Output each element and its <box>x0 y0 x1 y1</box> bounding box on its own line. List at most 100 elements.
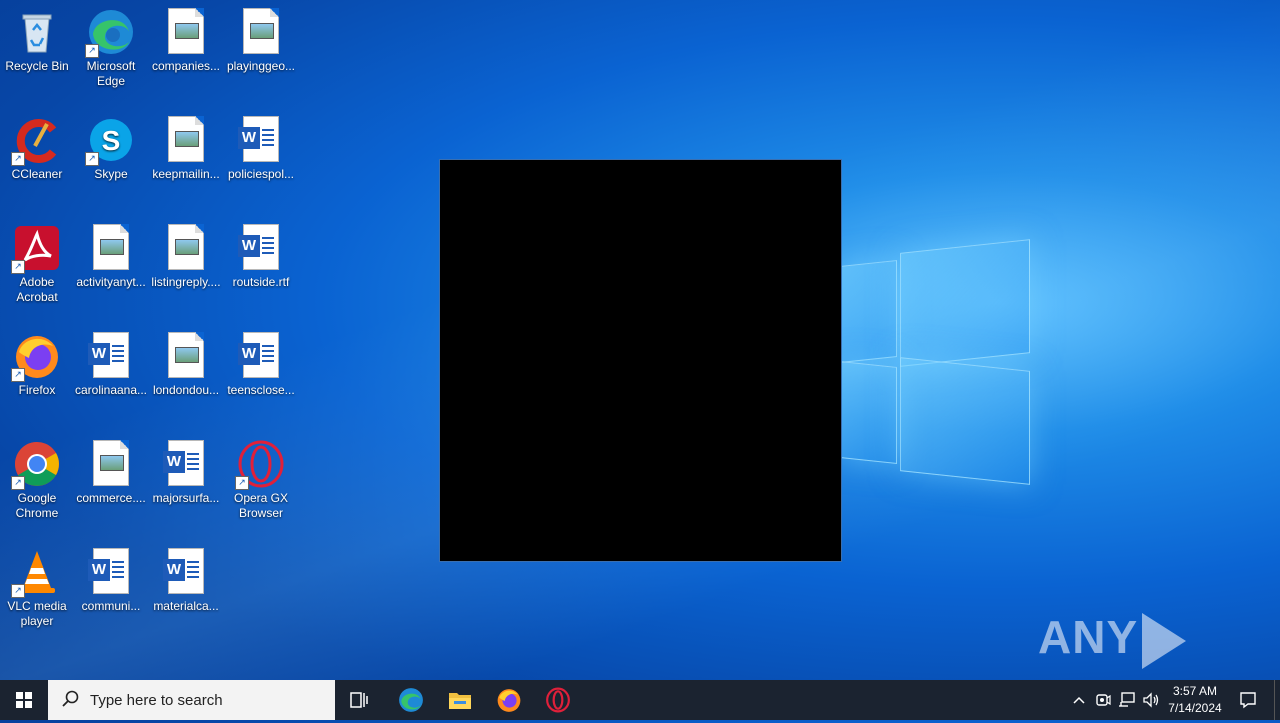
edge-icon <box>399 688 423 712</box>
skype-icon: S ↗ <box>85 116 135 166</box>
desktop-icon-label: Google Chrome <box>15 491 59 520</box>
desktop-icon-label: Firefox <box>18 383 56 397</box>
word-doc-icon: W <box>163 440 204 486</box>
image-file-icon <box>243 8 279 54</box>
word-doc-icon: W <box>238 224 279 270</box>
word-doc-icon: W <box>163 548 204 594</box>
taskbar: 3:57 AM 7/14/2024 <box>0 680 1280 720</box>
black-app-window[interactable] <box>439 159 842 562</box>
taskbar-search-box[interactable] <box>48 680 335 720</box>
desktop-icon-file[interactable]: playinggeo... <box>224 4 298 74</box>
vlc-icon: ↗ <box>11 548 61 598</box>
desktop-icon-label: Adobe Acrobat <box>16 275 58 304</box>
tray-volume[interactable] <box>1140 680 1162 720</box>
search-input[interactable] <box>88 690 322 710</box>
notification-icon <box>1240 692 1256 709</box>
word-doc-icon: W <box>88 332 129 378</box>
desktop-icon-file[interactable]: listingreply.... <box>149 220 223 290</box>
desktop-icon-file[interactable]: W communi... <box>74 544 148 614</box>
desktop-icon-label: Recycle Bin <box>5 59 69 73</box>
task-view-button[interactable] <box>336 680 384 720</box>
action-center-button[interactable] <box>1232 680 1264 720</box>
desktop-icon-file[interactable]: commerce.... <box>74 436 148 506</box>
desktop-icon-label: CCleaner <box>11 167 63 181</box>
desktop-icon-edge[interactable]: ↗ Microsoft Edge <box>74 4 148 89</box>
desktop-icon-file[interactable]: londondou... <box>149 328 223 398</box>
svg-text:S: S <box>102 125 121 156</box>
desktop-icon-acrobat[interactable]: ↗ Adobe Acrobat <box>0 220 74 305</box>
desktop-icon-label: carolinaana... <box>74 383 148 397</box>
desktop-icon-label: routside.rtf <box>232 275 290 289</box>
taskbar-clock[interactable]: 3:57 AM 7/14/2024 <box>1160 683 1230 717</box>
shortcut-arrow-icon: ↗ <box>11 368 25 382</box>
image-file-icon <box>168 332 204 378</box>
image-file-icon <box>93 224 129 270</box>
tray-meet-now[interactable] <box>1092 680 1114 720</box>
desktop-icon-label: policiespol... <box>227 167 295 181</box>
shortcut-arrow-icon: ↗ <box>85 152 99 166</box>
desktop-icon-label: londondou... <box>152 383 220 397</box>
taskbar-edge[interactable] <box>387 680 435 720</box>
acrobat-icon: ↗ <box>11 224 61 274</box>
word-doc-icon: W <box>238 332 279 378</box>
desktop-icon-file[interactable]: companies... <box>149 4 223 74</box>
meet-now-icon <box>1096 694 1111 706</box>
clock-date: 7/14/2024 <box>1168 701 1222 715</box>
desktop-icon-label: keepmailin... <box>152 167 220 181</box>
desktop-icon-chrome[interactable]: ↗ Google Chrome <box>0 436 74 521</box>
start-button[interactable] <box>0 680 48 720</box>
desktop-icon-file[interactable]: W teensclose... <box>224 328 298 398</box>
taskbar-firefox[interactable] <box>485 680 533 720</box>
show-desktop-button[interactable] <box>1274 680 1280 720</box>
word-doc-icon: W <box>238 116 279 162</box>
image-file-icon <box>93 440 129 486</box>
shortcut-arrow-icon: ↗ <box>11 584 25 598</box>
shortcut-arrow-icon: ↗ <box>85 44 99 58</box>
desktop-icon-label: majorsurfa... <box>152 491 220 505</box>
desktop-icon-opera-gx[interactable]: ↗ Opera GX Browser <box>224 436 298 521</box>
shortcut-arrow-icon: ↗ <box>235 476 249 490</box>
desktop-icon-label: listingreply.... <box>151 275 221 289</box>
desktop-icon-label: commerce.... <box>76 491 146 505</box>
edge-icon: ↗ <box>85 8 135 58</box>
desktop-icon-file[interactable]: W routside.rtf <box>224 220 298 290</box>
desktop-icon-label: Skype <box>94 167 128 181</box>
chrome-icon: ↗ <box>11 440 61 490</box>
desktop-icon-skype[interactable]: S ↗ Skype <box>74 112 148 182</box>
shortcut-arrow-icon: ↗ <box>11 152 25 166</box>
desktop-icon-file[interactable]: W materialca... <box>149 544 223 614</box>
desktop-icon-label: communi... <box>81 599 141 613</box>
desktop-icon-file[interactable]: keepmailin... <box>149 112 223 182</box>
clock-time: 3:57 AM <box>1172 684 1218 698</box>
firefox-icon <box>497 689 521 712</box>
desktop-icon-label: teensclose... <box>227 383 295 397</box>
taskbar-opera[interactable] <box>534 680 582 720</box>
word-doc-icon: W <box>88 548 129 594</box>
network-icon <box>1119 692 1135 707</box>
opera-icon <box>546 687 570 713</box>
desktop-icon-file[interactable]: W majorsurfa... <box>149 436 223 506</box>
desktop-icon-file[interactable]: W carolinaana... <box>74 328 148 398</box>
desktop-icon-ccleaner[interactable]: ↗ CCleaner <box>0 112 74 182</box>
search-icon <box>62 690 82 710</box>
speaker-icon <box>1143 692 1159 708</box>
firefox-icon: ↗ <box>11 332 61 382</box>
opera-gx-icon: ↗ <box>235 440 285 490</box>
shortcut-arrow-icon: ↗ <box>11 476 25 490</box>
desktop-icon-file[interactable]: activityanyt... <box>74 220 148 290</box>
desktop-icon-label: Opera GX Browser <box>233 491 289 520</box>
desktop-icon-label: Microsoft Edge <box>86 59 136 88</box>
taskbar-file-explorer[interactable] <box>436 680 484 720</box>
file-explorer-icon <box>449 693 471 709</box>
desktop-icon-file[interactable]: W policiespol... <box>224 112 298 182</box>
desktop-icon-label: materialca... <box>153 599 219 613</box>
desktop-icon-recycle-bin[interactable]: Recycle Bin <box>0 4 74 74</box>
tray-network[interactable] <box>1116 680 1138 720</box>
windows-logo-icon <box>16 692 32 708</box>
desktop-icon-label: VLC media player <box>7 599 67 628</box>
image-file-icon <box>168 224 204 270</box>
desktop-icon-firefox[interactable]: ↗ Firefox <box>0 328 74 398</box>
image-file-icon <box>168 116 204 162</box>
desktop-icon-vlc[interactable]: ↗ VLC media player <box>0 544 74 629</box>
show-hidden-icons-button[interactable] <box>1068 680 1090 720</box>
